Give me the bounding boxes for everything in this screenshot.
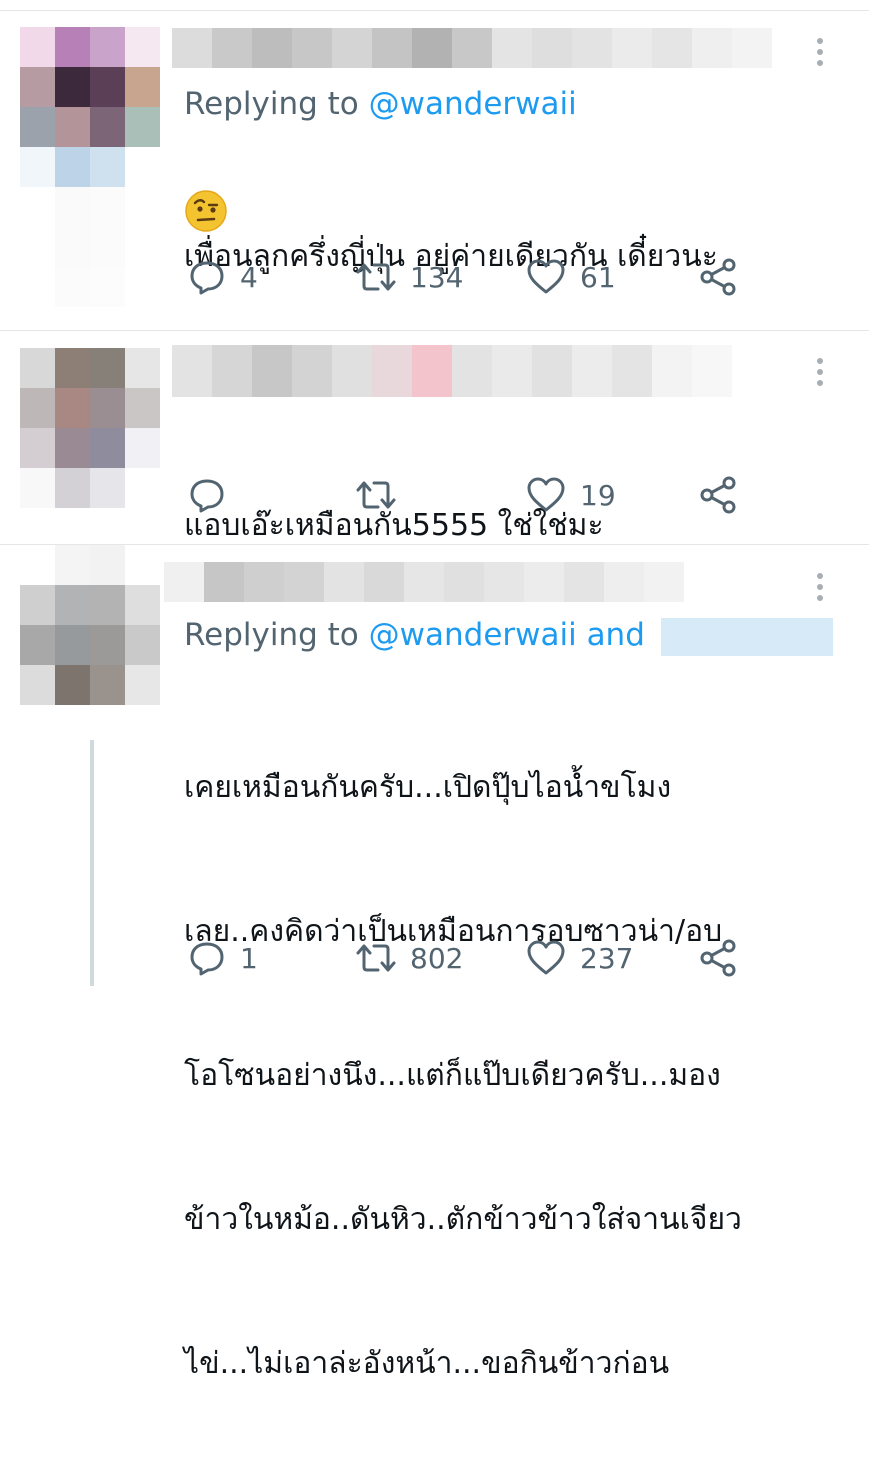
more-options-icon[interactable] [817, 358, 823, 391]
heart-icon [527, 477, 565, 512]
user-name-blurred[interactable] [164, 562, 684, 602]
replying-to: Replying to @wanderwaii [184, 86, 577, 122]
tweet-actions: 4 134 61 [188, 257, 748, 297]
retweet-button[interactable]: 802 [356, 938, 463, 978]
more-options-icon[interactable] [817, 38, 823, 71]
replying-handle-link[interactable]: @wanderwaii [369, 86, 577, 122]
replying-to: Replying to @wanderwaii and [184, 617, 833, 656]
heart-icon [527, 259, 565, 294]
retweet-icon [356, 944, 396, 972]
tweet-text-line: โอโซนอย่างนึง...แต่ก็แป๊บเดียวครับ...มอง [184, 1058, 721, 1093]
user-name-blurred[interactable] [172, 28, 772, 68]
avatar[interactable] [20, 545, 160, 705]
tweet-actions: 19 [188, 475, 748, 515]
like-count: 237 [580, 941, 634, 975]
reply-button[interactable]: 1 [188, 938, 258, 978]
retweet-count: 134 [410, 260, 464, 294]
reply-icon [190, 479, 224, 513]
retweet-icon [356, 481, 396, 509]
share-button[interactable] [698, 257, 738, 297]
tweet-text-line: เคยเหมือนกันครับ...เปิดปุ๊บไอน้ำขโมง [184, 770, 672, 805]
share-icon [700, 476, 736, 514]
like-button[interactable]: 237 [526, 938, 633, 978]
tweet-1[interactable]: Replying to @wanderwaii เพื่อนลูกครึ่งญี… [0, 0, 869, 330]
retweet-icon [356, 263, 396, 291]
avatar-shadow [55, 187, 195, 307]
replying-prefix: Replying to [184, 86, 359, 122]
share-button[interactable] [698, 475, 738, 515]
like-button[interactable]: 61 [526, 257, 616, 297]
avatar[interactable] [20, 348, 160, 508]
share-icon [700, 939, 736, 977]
share-icon [700, 258, 736, 296]
retweet-button[interactable] [356, 475, 410, 515]
tweet-actions: 1 802 237 [188, 938, 748, 978]
tweet-text: เคยเหมือนกันครับ...เปิดปุ๊บไอน้ำขโมง เลย… [184, 668, 742, 1484]
like-count: 61 [580, 260, 616, 294]
more-options-icon[interactable] [817, 573, 823, 606]
reply-count: 1 [240, 941, 258, 975]
tweet-text-line: ข้าวในหม้อ..ดันหิว..ตักข้าวข้าวใส่จานเจี… [184, 1202, 742, 1237]
second-handle-blurred[interactable] [660, 617, 833, 656]
tweet-2[interactable]: แอบเอ๊ะเหมือนกัน5555 ใช่ใช่มะ 19 [0, 331, 869, 544]
like-count: 19 [580, 478, 616, 512]
reply-button[interactable]: 4 [188, 257, 258, 297]
tweet-text-line: ไข่...ไม่เอาล่ะอังหน้า...ขอกินข้าวก่อน [184, 1346, 670, 1381]
avatar[interactable] [20, 27, 160, 187]
like-button[interactable]: 19 [526, 475, 616, 515]
reply-count: 4 [240, 260, 258, 294]
replying-handle-link[interactable]: @wanderwaii and [369, 617, 645, 653]
heart-icon [527, 940, 565, 975]
retweet-count: 802 [410, 941, 464, 975]
face-with-raised-eyebrow-icon [184, 189, 228, 237]
reply-icon [190, 942, 224, 976]
retweet-button[interactable]: 134 [356, 257, 463, 297]
replying-prefix: Replying to [184, 617, 359, 653]
reply-icon [190, 261, 224, 295]
user-name-blurred[interactable] [172, 345, 732, 397]
share-button[interactable] [698, 938, 738, 978]
reply-button[interactable] [188, 475, 240, 515]
tweet-3[interactable]: Replying to @wanderwaii and เคยเหมือนกัน… [0, 545, 869, 1381]
